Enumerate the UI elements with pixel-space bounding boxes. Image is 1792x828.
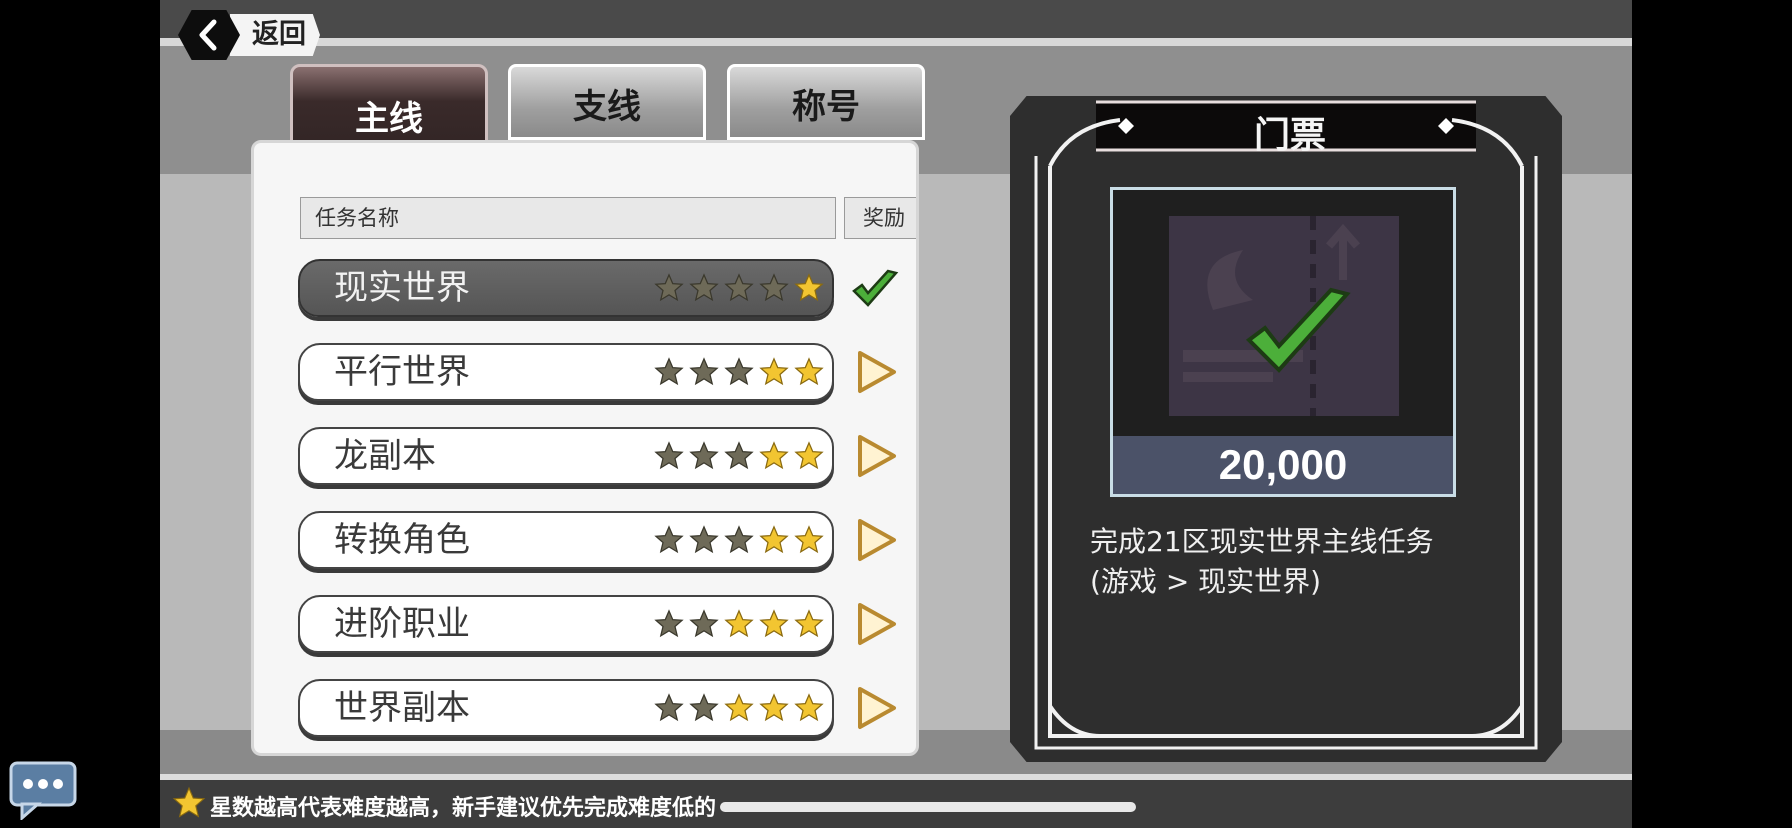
difficulty-stars [654,441,824,471]
footer-tip: 星数越高代表难度越高，新手建议优先完成难度低的 [210,796,717,821]
difficulty-stars [654,357,824,387]
dark-star-icon [689,273,719,302]
gold-star-icon [794,357,824,386]
home-indicator[interactable] [720,802,1136,812]
gold-star-icon [759,609,789,638]
gold-star-icon [759,693,789,722]
dark-star-icon [654,525,684,554]
play-arrow-icon[interactable] [850,515,900,565]
gold-star-icon [759,525,789,554]
top-band-divider [160,38,1632,46]
reward-title: 门票 [1253,115,1326,156]
back-label: 返回 [230,14,320,56]
gold-star-icon [794,609,824,638]
play-arrow-icon[interactable] [850,347,900,397]
quest-name: 转换角色 [334,520,470,560]
quest-row[interactable]: 世界副本 [298,679,834,737]
reward-item-card: 20,000 [1110,187,1456,497]
top-band [160,0,1632,38]
tab-side-quest[interactable]: 支线 [508,64,706,140]
dark-star-icon [689,525,719,554]
quest-name: 平行世界 [334,352,470,392]
quest-name: 进阶职业 [334,604,470,644]
difficulty-stars [654,273,824,303]
quest-list-panel: 任务名称 奖励 现实世界平行世界龙副本转换角色进阶职业世界副本 [251,140,919,756]
dark-star-icon [654,357,684,386]
difficulty-stars [654,525,824,555]
column-header-quest-name: 任务名称 [300,197,836,239]
play-arrow-icon[interactable] [850,431,900,481]
quest-name: 龙副本 [334,436,436,476]
dark-star-icon [689,609,719,638]
completed-check-icon [1245,287,1351,373]
quest-row[interactable]: 现实世界 [298,259,834,317]
dark-star-icon [724,525,754,554]
check-icon [852,269,899,307]
dark-star-icon [689,693,719,722]
quest-row[interactable]: 平行世界 [298,343,834,401]
back-button[interactable]: 返回 [178,10,328,60]
gold-star-icon [724,609,754,638]
quest-row[interactable]: 转换角色 [298,511,834,569]
reward-description: 完成21区现实世界主线任务 (游戏 > 现实世界) [1090,522,1510,602]
game-screen: 返回 主线 支线 称号 任务名称 奖励 现实世界 平行世界 龙副本 转换角色 进阶职业世… [160,0,1632,828]
dark-star-icon [724,273,754,302]
dark-star-icon [689,441,719,470]
gold-star-icon [759,441,789,470]
chevron-left-icon [199,19,217,51]
dark-star-icon [654,609,684,638]
gold-star-icon [794,693,824,722]
dark-star-icon [759,273,789,302]
reward-description-line2: (游戏 > 现实世界) [1090,565,1322,598]
star-icon [172,786,206,818]
quest-row[interactable]: 进阶职业 [298,595,834,653]
difficulty-stars [654,693,824,723]
gold-star-icon [794,441,824,470]
gold-star-icon [759,357,789,386]
tab-titles[interactable]: 称号 [727,64,925,140]
dark-star-icon [724,441,754,470]
reward-description-line1: 完成21区现实世界主线任务 [1090,525,1434,558]
quest-row[interactable]: 龙副本 [298,427,834,485]
chat-bubble-icon[interactable] [8,760,80,820]
gold-star-icon [724,693,754,722]
play-arrow-icon[interactable] [850,599,900,649]
play-arrow-icon[interactable] [850,683,900,733]
gold-star-icon [794,525,824,554]
quest-name: 现实世界 [334,268,470,308]
dark-star-icon [654,441,684,470]
difficulty-stars [654,609,824,639]
dark-star-icon [689,357,719,386]
column-header-reward: 奖励 [844,197,916,239]
quest-name: 世界副本 [334,688,470,728]
dark-star-icon [654,273,684,302]
gold-star-icon [794,273,824,302]
dark-star-icon [654,693,684,722]
reward-panel: 门票 20,000 完成21区现实世界主线任务 (游戏 > 现实世界) [1010,96,1562,762]
reward-amount: 20,000 [1113,436,1453,494]
dark-star-icon [724,357,754,386]
